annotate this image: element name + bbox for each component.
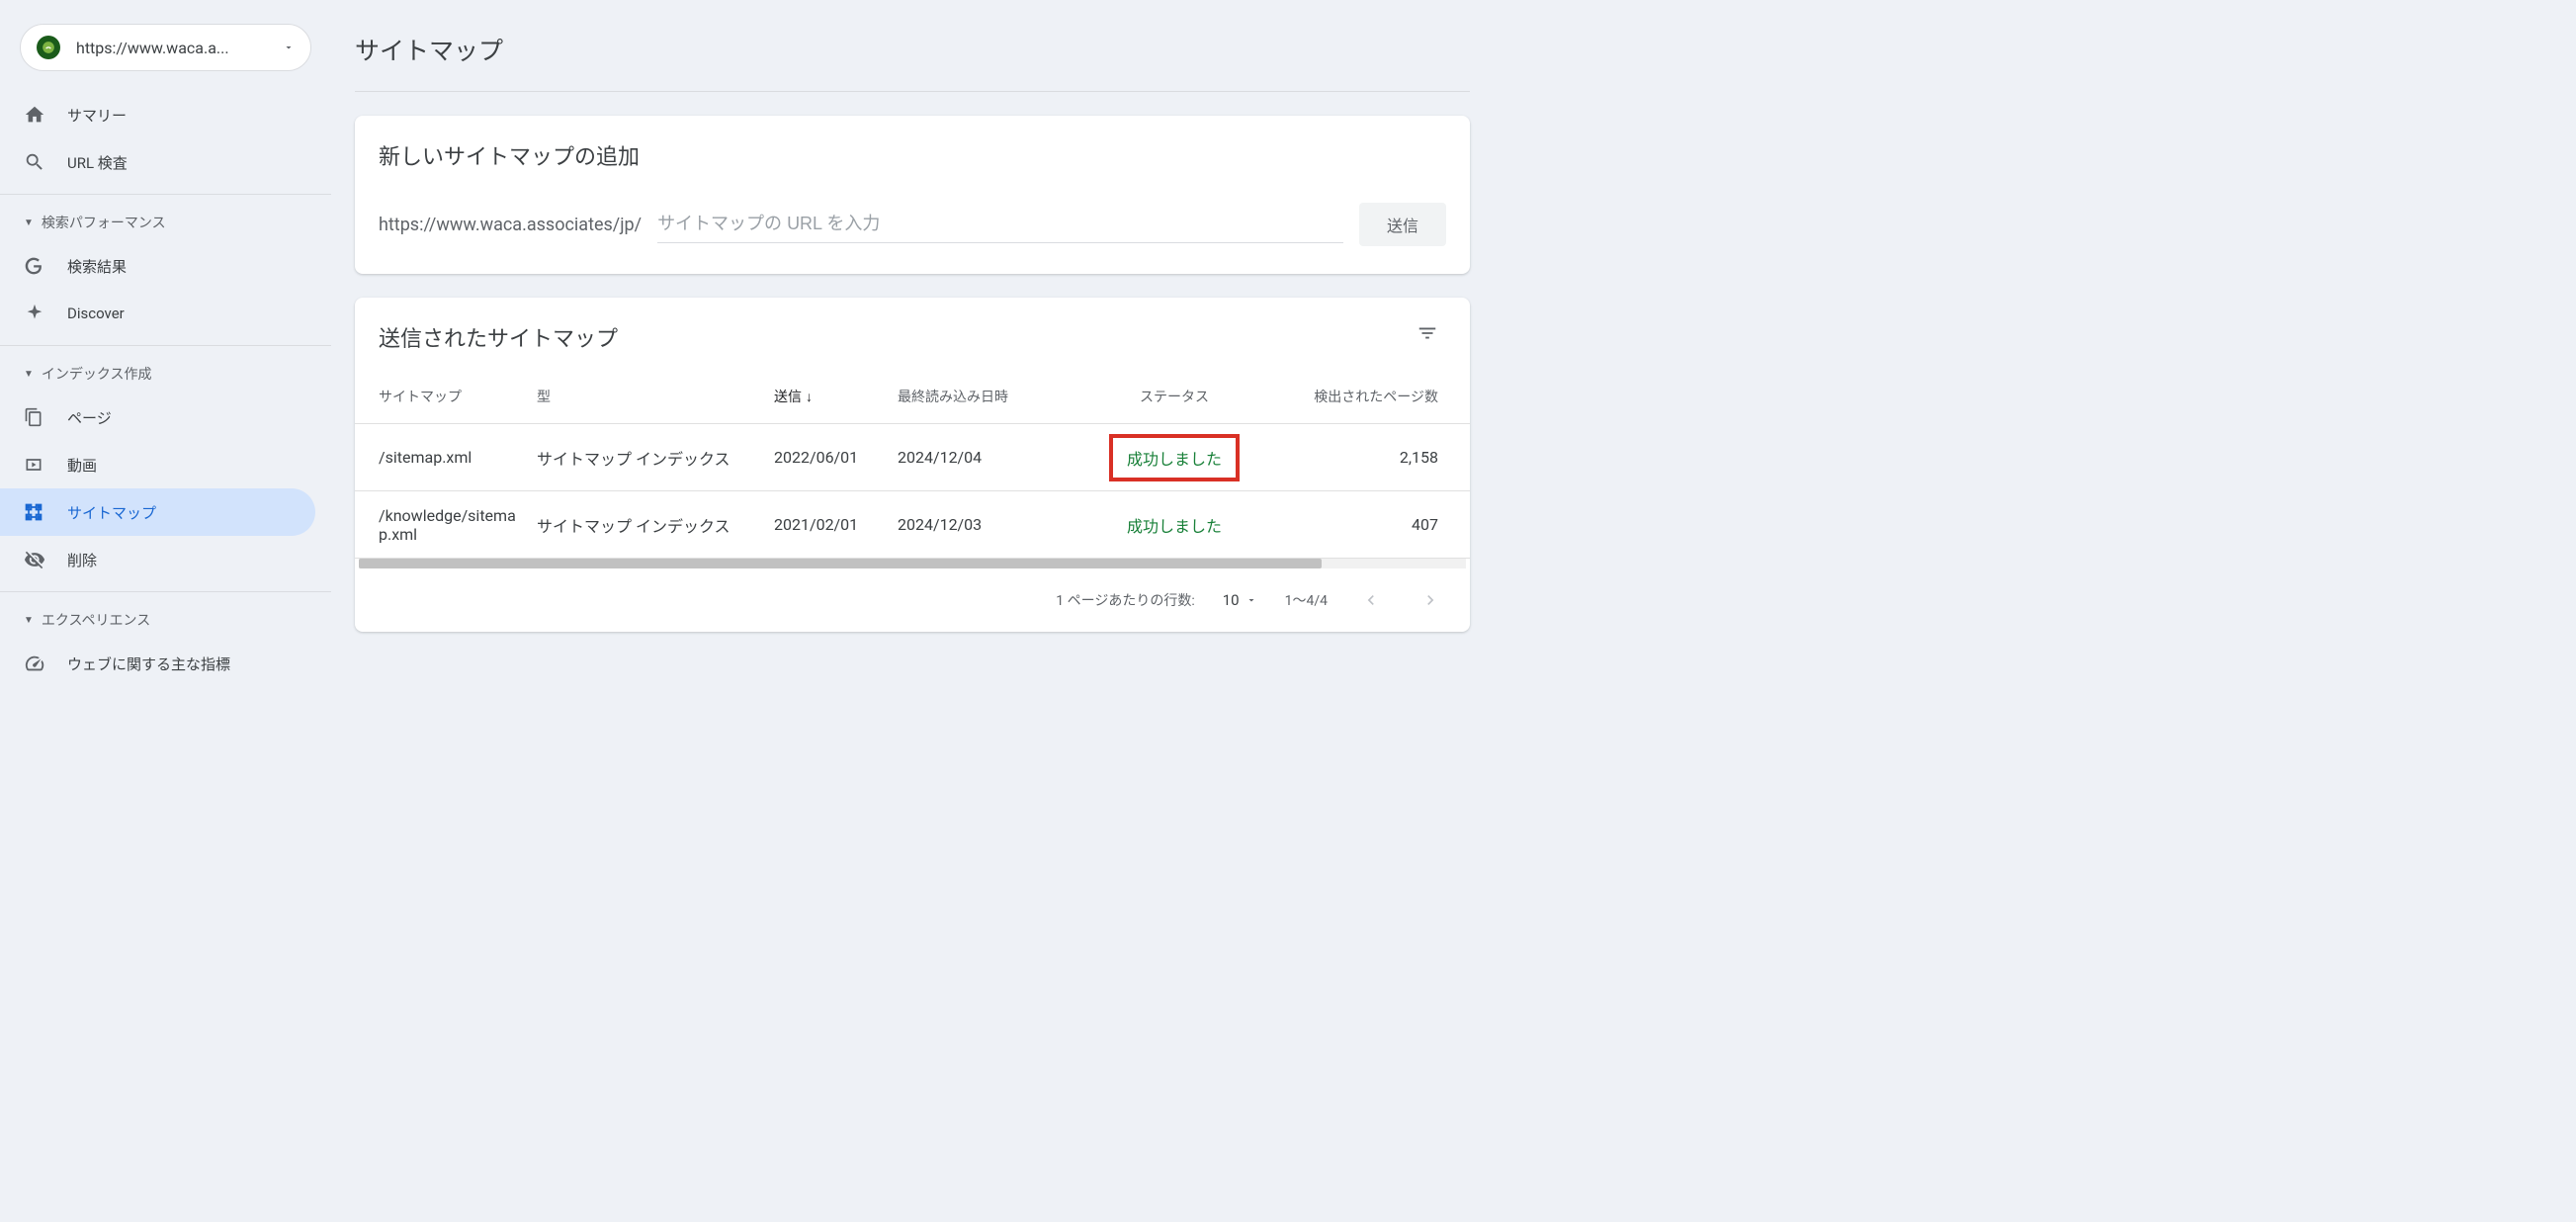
scrollbar-thumb[interactable] [359, 559, 1322, 568]
video-icon [24, 455, 47, 475]
cell-type: サイトマップ インデックス [537, 446, 774, 470]
pagination: 1 ページあたりの行数: 10 1～4/4 [355, 568, 1470, 632]
caret-down-icon [283, 42, 295, 53]
sidebar-item-label: ウェブに関する主な指標 [67, 654, 230, 674]
sidebar-item-label: URL 検査 [67, 152, 128, 173]
section-label: エクスペリエンス [42, 610, 150, 630]
sidebar-item-search-results[interactable]: 検索結果 [0, 242, 315, 290]
sidebar-section-experience[interactable]: ▼ エクスペリエンス [0, 600, 331, 640]
page-title: サイトマップ [355, 24, 1470, 92]
rows-per-page-label: 1 ページあたりの行数: [1056, 590, 1194, 610]
cell-sitemap: /knowledge/sitemap.xml [379, 506, 537, 544]
next-page-button[interactable] [1415, 584, 1446, 616]
sidebar-item-sitemaps[interactable]: サイトマップ [0, 488, 315, 536]
table-row[interactable]: /sitemap.xml サイトマップ インデックス 2022/06/01 20… [355, 424, 1470, 491]
property-url: https://www.waca.a... [76, 39, 275, 57]
cell-submitted: 2021/02/01 [774, 515, 898, 534]
search-icon [24, 151, 47, 173]
section-label: 検索パフォーマンス [42, 213, 166, 232]
cell-lastread: 2024/12/04 [898, 448, 1085, 467]
sidebar-item-removals[interactable]: 削除 [0, 536, 315, 583]
divider [0, 345, 331, 346]
url-prefix: https://www.waca.associates/jp/ [379, 215, 642, 235]
col-header-type[interactable]: 型 [537, 387, 774, 406]
discover-icon [24, 303, 47, 324]
horizontal-scrollbar[interactable] [359, 559, 1466, 568]
rows-value: 10 [1223, 591, 1240, 609]
sidebar-item-label: 検索結果 [67, 256, 127, 277]
sort-down-icon: ↓ [806, 390, 813, 405]
caret-down-icon: ▼ [24, 218, 34, 228]
sitemap-url-input[interactable] [657, 206, 1343, 243]
submitted-sitemaps-card: 送信されたサイトマップ サイトマップ 型 送信 ↓ 最終読み込み日時 ステータス … [355, 298, 1470, 632]
add-sitemap-card: 新しいサイトマップの追加 https://www.waca.associates… [355, 116, 1470, 274]
sidebar-item-label: Discover [67, 305, 125, 322]
caret-down-icon: ▼ [24, 615, 34, 626]
speed-icon [24, 653, 47, 674]
col-header-submitted[interactable]: 送信 ↓ [774, 387, 898, 406]
sidebar-item-summary[interactable]: サマリー [0, 91, 315, 138]
caret-down-icon: ▼ [24, 369, 34, 380]
home-icon [24, 104, 47, 126]
table-header: サイトマップ 型 送信 ↓ 最終読み込み日時 ステータス 検出されたページ数 [355, 369, 1470, 424]
cell-status: 成功しました [1085, 513, 1263, 537]
col-header-sitemap[interactable]: サイトマップ [379, 387, 537, 406]
sidebar: https://www.waca.a... サマリー URL 検査 ▼ 検索パフ… [0, 0, 331, 1222]
card-title: 送信されたサイトマップ [355, 298, 642, 369]
sidebar-item-label: 削除 [67, 550, 97, 570]
sidebar-section-indexing[interactable]: ▼ インデックス作成 [0, 354, 331, 393]
sidebar-item-pages[interactable]: ページ [0, 393, 315, 441]
divider [0, 591, 331, 592]
cell-pages: 407 [1263, 515, 1446, 534]
submit-button[interactable]: 送信 [1359, 203, 1446, 246]
pagination-range: 1～4/4 [1285, 590, 1328, 610]
hide-icon [24, 549, 47, 570]
status-badge: 成功しました [1127, 517, 1222, 536]
sidebar-item-discover[interactable]: Discover [0, 290, 315, 337]
sidebar-section-performance[interactable]: ▼ 検索パフォーマンス [0, 203, 331, 242]
sidebar-item-label: 動画 [67, 455, 97, 476]
google-icon [24, 256, 47, 276]
card-title: 新しいサイトマップの追加 [355, 116, 1470, 187]
sidebar-item-label: ページ [67, 407, 112, 428]
divider [0, 194, 331, 195]
main-content: サイトマップ 新しいサイトマップの追加 https://www.waca.ass… [331, 0, 1517, 1222]
cell-lastread: 2024/12/03 [898, 515, 1085, 534]
sidebar-item-label: サマリー [67, 105, 127, 126]
sidebar-item-url-inspect[interactable]: URL 検査 [0, 138, 315, 186]
add-sitemap-row: https://www.waca.associates/jp/ 送信 [355, 187, 1470, 274]
cell-submitted: 2022/06/01 [774, 448, 898, 467]
table-row[interactable]: /knowledge/sitemap.xml サイトマップ インデックス 202… [355, 491, 1470, 559]
rows-per-page-select[interactable]: 10 [1223, 591, 1257, 609]
cell-status: 成功しました [1085, 434, 1263, 481]
sidebar-item-label: サイトマップ [67, 502, 156, 523]
sidebar-item-core-web-vitals[interactable]: ウェブに関する主な指標 [0, 640, 315, 687]
property-selector[interactable]: https://www.waca.a... [20, 24, 311, 71]
prev-page-button[interactable] [1355, 584, 1387, 616]
col-header-label: 送信 [774, 390, 802, 405]
cell-sitemap: /sitemap.xml [379, 448, 537, 467]
sitemap-icon [24, 502, 47, 522]
col-header-pages[interactable]: 検出されたページ数 [1263, 387, 1446, 406]
caret-down-icon [1245, 594, 1257, 606]
cell-type: サイトマップ インデックス [537, 513, 774, 537]
section-label: インデックス作成 [42, 364, 152, 384]
sidebar-item-videos[interactable]: 動画 [0, 441, 315, 488]
pages-icon [24, 407, 47, 427]
status-badge: 成功しました [1109, 434, 1240, 481]
property-favicon [37, 36, 60, 59]
col-header-lastread[interactable]: 最終読み込み日時 [898, 387, 1085, 406]
col-header-status[interactable]: ステータス [1085, 387, 1263, 406]
cell-pages: 2,158 [1263, 448, 1446, 467]
sitemaps-table: サイトマップ 型 送信 ↓ 最終読み込み日時 ステータス 検出されたページ数 /s… [355, 369, 1470, 559]
filter-icon[interactable] [1409, 314, 1446, 352]
